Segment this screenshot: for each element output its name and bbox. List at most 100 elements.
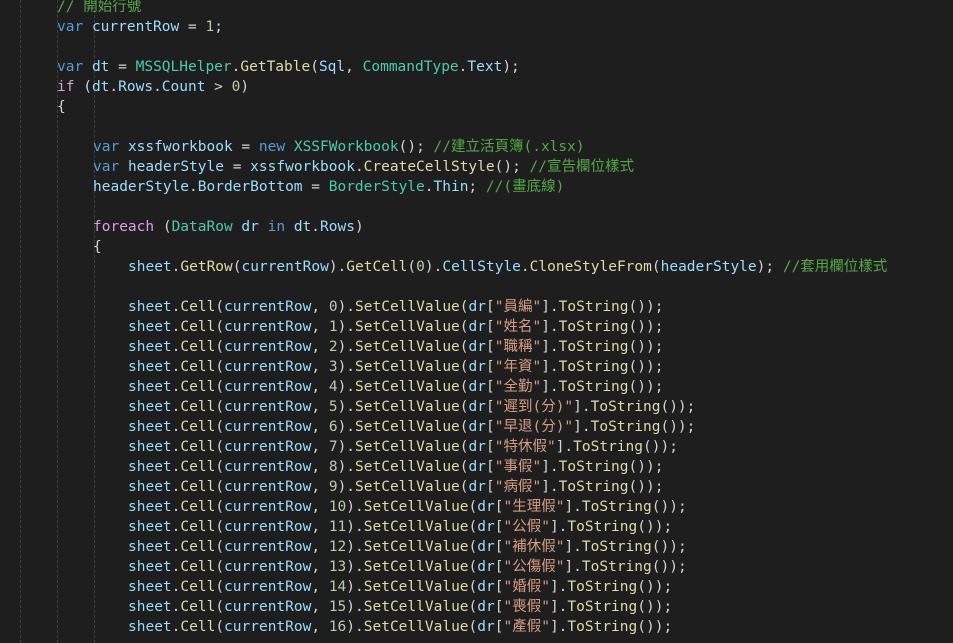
code-line[interactable]: sheet.Cell(currentRow, 0).SetCellValue(d… bbox=[128, 297, 663, 317]
code-token: ToString bbox=[567, 579, 638, 595]
indent-guide bbox=[20, 0, 21, 643]
code-token: ( bbox=[215, 559, 225, 575]
code-token: dr bbox=[477, 579, 495, 595]
code-line[interactable]: sheet.Cell(currentRow, 7).SetCellValue(d… bbox=[128, 437, 678, 457]
code-line[interactable]: sheet.Cell(currentRow, 14).SetCellValue(… bbox=[128, 577, 672, 597]
code-line[interactable]: var xssfworkbook = new XSSFWorkbook(); /… bbox=[93, 137, 585, 157]
code-token: currentRow bbox=[91, 19, 180, 35]
code-token: "公假" bbox=[503, 519, 550, 535]
code-line[interactable]: var dt = MSSQLHelper.GetTable(Sql, Comma… bbox=[57, 57, 520, 77]
code-token: ( bbox=[215, 619, 225, 635]
code-line[interactable]: sheet.Cell(currentRow, 5).SetCellValue(d… bbox=[128, 397, 695, 417]
code-line[interactable]: sheet.Cell(currentRow, 10).SetCellValue(… bbox=[128, 497, 687, 517]
code-line[interactable]: sheet.Cell(currentRow, 15).SetCellValue(… bbox=[128, 597, 672, 617]
code-token: var bbox=[93, 159, 120, 175]
code-line[interactable]: sheet.Cell(currentRow, 6).SetCellValue(d… bbox=[128, 417, 695, 437]
code-line[interactable]: { bbox=[57, 97, 66, 117]
code-token: ToString bbox=[558, 359, 629, 375]
code-token: ( bbox=[215, 379, 225, 395]
code-token: ( bbox=[215, 579, 225, 595]
code-token: [ bbox=[486, 379, 495, 395]
code-token: ( bbox=[459, 459, 469, 475]
code-line[interactable]: sheet.GetRow(currentRow).GetCell(0).Cell… bbox=[128, 257, 887, 277]
code-line[interactable]: var currentRow = 1; bbox=[57, 17, 223, 37]
code-token: "婚假" bbox=[503, 579, 550, 595]
code-token: ( bbox=[215, 419, 225, 435]
code-token: 0 bbox=[416, 259, 425, 275]
code-token: sheet bbox=[128, 459, 172, 475]
code-token: //宣告欄位樣式 bbox=[529, 159, 635, 175]
code-token: ToString bbox=[573, 439, 644, 455]
code-line[interactable]: sheet.Cell(currentRow, 4).SetCellValue(d… bbox=[128, 377, 663, 397]
code-token: , bbox=[311, 499, 329, 515]
code-line[interactable]: sheet.Cell(currentRow, 2).SetCellValue(d… bbox=[128, 337, 663, 357]
code-token: SetCellValue bbox=[355, 459, 460, 475]
code-token: ( bbox=[459, 439, 469, 455]
code-line[interactable]: sheet.Cell(currentRow, 16).SetCellValue(… bbox=[128, 617, 672, 637]
code-token: ]. bbox=[555, 439, 574, 455]
code-token: ( bbox=[154, 219, 172, 235]
code-token: ToString bbox=[558, 459, 629, 475]
code-token: Thin bbox=[433, 179, 469, 195]
code-token: Cell bbox=[180, 319, 216, 335]
code-token: . bbox=[189, 179, 198, 195]
code-line[interactable]: sheet.Cell(currentRow, 9).SetCellValue(d… bbox=[128, 477, 663, 497]
code-token: ( bbox=[407, 259, 417, 275]
code-token: xssfworkbook bbox=[127, 139, 233, 155]
code-token: ]. bbox=[549, 619, 568, 635]
code-token: 12 bbox=[328, 539, 347, 555]
code-line[interactable]: sheet.Cell(currentRow, 1).SetCellValue(d… bbox=[128, 317, 663, 337]
code-token: currentRow bbox=[224, 419, 312, 435]
code-token: ). bbox=[337, 399, 356, 415]
code-token: in bbox=[267, 219, 286, 235]
code-token: ). bbox=[337, 479, 356, 495]
code-token: { bbox=[93, 239, 102, 255]
code-token: ). bbox=[346, 619, 364, 635]
code-token: ]. bbox=[541, 319, 559, 335]
code-line[interactable]: var headerStyle = xssfworkbook.CreateCel… bbox=[93, 157, 634, 177]
code-token: new bbox=[258, 139, 286, 155]
code-token: ]. bbox=[541, 379, 559, 395]
code-token: 1 bbox=[328, 319, 338, 335]
code-token: ToString bbox=[558, 299, 629, 315]
code-line[interactable]: foreach (DataRow dr in dt.Rows) bbox=[93, 217, 364, 237]
code-token: ]. bbox=[541, 299, 559, 315]
code-token: Cell bbox=[180, 419, 216, 435]
code-token: ( bbox=[215, 499, 225, 515]
code-token: dr bbox=[477, 519, 495, 535]
code-line[interactable]: if (dt.Rows.Count > 0) bbox=[57, 77, 249, 97]
code-token: ( bbox=[651, 259, 661, 275]
code-token: , bbox=[311, 459, 329, 475]
code-token: dr bbox=[468, 459, 486, 475]
code-token: ). bbox=[337, 439, 356, 455]
code-line[interactable]: { bbox=[93, 237, 102, 257]
code-editor[interactable]: // 開始行號 var currentRow = 1; var dt = MSSQL… bbox=[0, 0, 953, 643]
code-line[interactable]: sheet.Cell(currentRow, 12).SetCellValue(… bbox=[128, 537, 687, 557]
code-line[interactable]: sheet.Cell(currentRow, 11).SetCellValue(… bbox=[128, 517, 672, 537]
code-token: SetCellValue bbox=[363, 579, 469, 595]
code-token: ToString bbox=[567, 519, 638, 535]
code-token: currentRow bbox=[224, 619, 312, 635]
code-token: ( bbox=[310, 59, 319, 75]
code-token: , bbox=[311, 299, 329, 315]
code-token: Cell bbox=[180, 579, 216, 595]
code-line[interactable]: sheet.Cell(currentRow, 8).SetCellValue(d… bbox=[128, 457, 663, 477]
code-token: dr bbox=[477, 539, 495, 555]
code-token: XSSFWorkbook bbox=[293, 139, 399, 155]
code-token: SetCellValue bbox=[355, 339, 460, 355]
code-token: ( bbox=[215, 359, 225, 375]
code-token: ]. bbox=[549, 579, 568, 595]
code-token: "公傷假" bbox=[503, 559, 565, 575]
code-line[interactable]: sheet.Cell(currentRow, 13).SetCellValue(… bbox=[128, 557, 687, 577]
code-token: . bbox=[311, 219, 321, 235]
code-token: Cell bbox=[180, 299, 216, 315]
code-line[interactable]: headerStyle.BorderBottom = BorderStyle.T… bbox=[93, 177, 564, 197]
code-line[interactable]: sheet.Cell(currentRow, 3).SetCellValue(d… bbox=[128, 357, 663, 377]
code-token: "事假" bbox=[494, 459, 542, 475]
code-line[interactable]: // 開始行號 bbox=[57, 0, 141, 17]
code-token: 7 bbox=[328, 439, 338, 455]
code-token: ( bbox=[215, 519, 225, 535]
code-token: sheet bbox=[128, 419, 172, 435]
code-token: ( bbox=[215, 459, 225, 475]
code-token: dr bbox=[468, 359, 486, 375]
